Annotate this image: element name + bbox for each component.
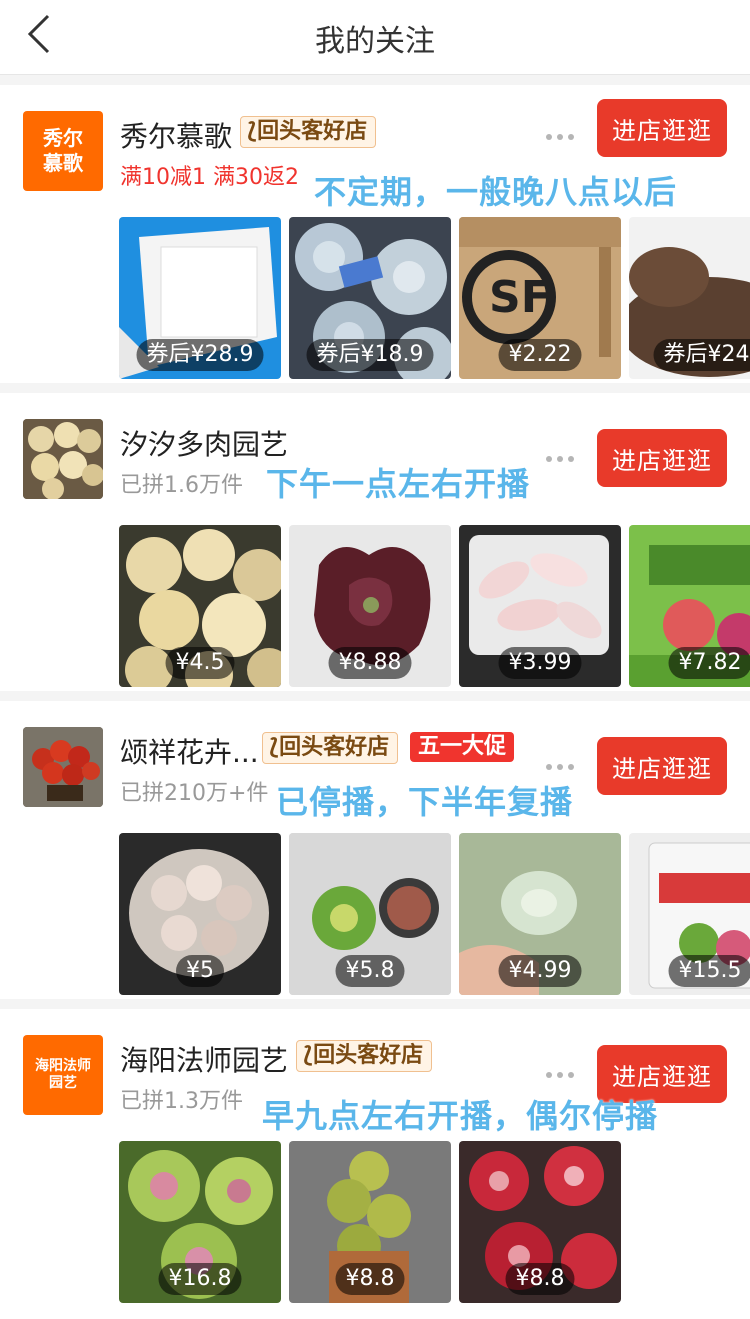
enter-shop-button[interactable]: 进店逛逛 (597, 99, 727, 157)
shop-promo-text: 满10减1 满30返2 (120, 165, 299, 190)
product-card[interactable]: ¥5 (119, 833, 281, 995)
top-bar: 我的关注 (0, 0, 750, 75)
product-price: ¥4.99 (498, 955, 582, 987)
promo-badge: 五一大促 (410, 732, 515, 762)
annotation-note: 下午一点左右开播 (266, 465, 531, 503)
shop-name[interactable]: 秀尔慕歌 (120, 115, 232, 155)
shop-avatar[interactable]: 海阳法师 园艺 (23, 1035, 103, 1115)
page-title: 我的关注 (315, 24, 435, 59)
product-card[interactable]: ¥16.8 (119, 1141, 281, 1303)
shop-sales-count: 已拼1.6万件 (120, 473, 243, 498)
product-price: 券后¥18.9 (306, 339, 434, 371)
annotation-note: 已停播，下半年复播 (276, 783, 574, 821)
product-card[interactable]: ¥8.8 (289, 1141, 451, 1303)
shop-avatar[interactable] (23, 727, 103, 807)
shop-sales-count: 已拼210万+件 (120, 781, 269, 806)
product-price: ¥2.22 (498, 339, 582, 371)
product-card[interactable]: ¥3.99 (459, 525, 621, 687)
product-price: 券后¥28.9 (136, 339, 264, 371)
repeat-customer-badge: ⟅回头客好店 (296, 1040, 433, 1072)
shop-name[interactable]: 海阳法师园艺 (120, 1039, 288, 1079)
product-price: ¥4.5 (165, 647, 235, 679)
product-card[interactable]: 券后¥18.9 (289, 217, 451, 379)
shop-card[interactable]: 海阳法师 园艺 海阳法师园艺 ⟅回头客好店 已拼1.3万件 进店逛逛 早九点左右… (0, 1009, 750, 1307)
product-price: ¥5.8 (335, 955, 405, 987)
svg-text:SF: SF (489, 272, 551, 323)
shop-name[interactable]: 汐汐多肉园艺 (120, 423, 288, 463)
repeat-customer-badge: ⟅回头客好店 (262, 732, 399, 764)
shop-avatar[interactable]: 秀尔 慕歌 (23, 111, 103, 191)
annotation-note: 早九点左右开播，偶尔停播 (262, 1097, 659, 1135)
enter-shop-button[interactable]: 进店逛逛 (597, 737, 727, 795)
product-price: ¥3.99 (498, 647, 582, 679)
more-options-icon[interactable] (546, 447, 582, 462)
product-card[interactable]: ¥15.5 (629, 833, 750, 995)
product-price: ¥15.5 (668, 955, 750, 987)
product-price: ¥16.8 (158, 1263, 242, 1295)
shop-card[interactable]: 秀尔 慕歌 秀尔慕歌 ⟅回头客好店 满10减1 满30返2 进店逛逛 不定期，一… (0, 85, 750, 383)
product-card[interactable]: ¥4.99 (459, 833, 621, 995)
product-price: ¥7.82 (668, 647, 750, 679)
product-card[interactable]: ¥5.8 (289, 833, 451, 995)
product-card[interactable]: 券后¥24. (629, 217, 750, 379)
product-card[interactable]: SF ¥2.22 (459, 217, 621, 379)
shop-card[interactable]: 颂祥花卉... ⟅回头客好店 五一大促 已拼210万+件 进店逛逛 已停播，下半… (0, 701, 750, 999)
product-price: ¥8.88 (328, 647, 412, 679)
repeat-customer-badge: ⟅回头客好店 (240, 116, 377, 148)
enter-shop-button[interactable]: 进店逛逛 (597, 429, 727, 487)
more-options-icon[interactable] (546, 125, 582, 140)
product-card[interactable]: ¥8.88 (289, 525, 451, 687)
product-price: ¥5 (176, 955, 224, 987)
divider (0, 999, 750, 1009)
shop-card[interactable]: 汐汐多肉园艺 已拼1.6万件 进店逛逛 下午一点左右开播 ¥4.5 ¥8.88 (0, 393, 750, 691)
divider (0, 75, 750, 85)
shop-name[interactable]: 颂祥花卉... (120, 731, 259, 771)
divider (0, 383, 750, 393)
more-options-icon[interactable] (546, 1063, 582, 1078)
shop-sales-count: 已拼1.3万件 (120, 1089, 243, 1114)
product-card[interactable]: ¥7.82 (629, 525, 750, 687)
product-card[interactable]: 券后¥28.9 (119, 217, 281, 379)
product-price: 券后¥24. (653, 339, 750, 371)
product-price: ¥8.8 (335, 1263, 405, 1295)
product-price: ¥8.8 (505, 1263, 575, 1295)
product-card[interactable]: ¥8.8 (459, 1141, 621, 1303)
annotation-note: 不定期，一般晚八点以后 (314, 173, 678, 211)
divider (0, 691, 750, 701)
product-card[interactable]: ¥4.5 (119, 525, 281, 687)
shop-avatar[interactable] (23, 419, 103, 499)
more-options-icon[interactable] (546, 755, 582, 770)
